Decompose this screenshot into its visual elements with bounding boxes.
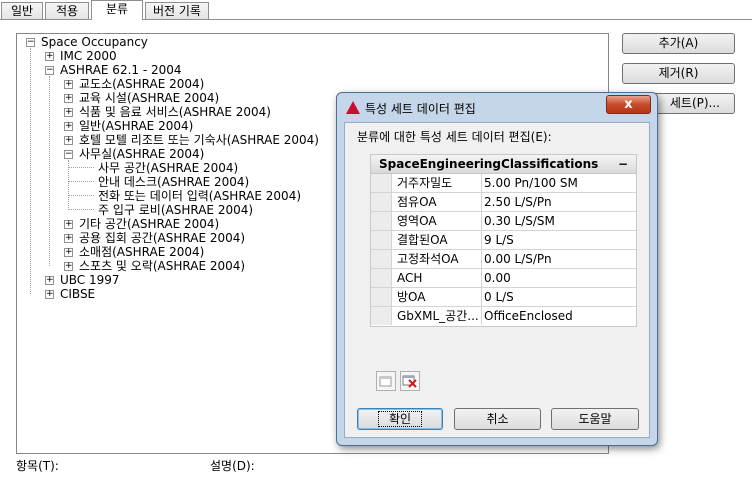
tree-node-ashrae[interactable]: ASHRAE 62.1 - 2004 <box>60 63 182 77</box>
tree-line <box>68 167 94 168</box>
tree-node-cibse[interactable]: CIBSE <box>60 287 95 301</box>
ok-button[interactable]: 확인 <box>357 408 443 430</box>
property-value[interactable]: OfficeEnclosed <box>484 307 573 325</box>
collapse-icon[interactable]: − <box>64 150 73 159</box>
tree-node-food-service[interactable]: 식품 및 음료 서비스(ASHRAE 2004) <box>79 105 271 119</box>
tab-apply[interactable]: 적용 <box>45 2 89 19</box>
tree-node-office[interactable]: 사무실(ASHRAE 2004) <box>79 147 204 161</box>
tree-node-assembly[interactable]: 공용 집회 공간(ASHRAE 2004) <box>79 231 245 245</box>
dialog-subtitle: 분류에 대한 특성 세트 데이터 편집(E): <box>357 130 552 144</box>
tree-line <box>68 181 94 182</box>
tree-line <box>49 76 50 266</box>
tree-line <box>68 209 94 210</box>
property-value[interactable]: 0 L/S <box>484 288 514 306</box>
tree-line <box>68 195 94 196</box>
autocad-logo-icon <box>346 101 360 114</box>
tree-node-prison[interactable]: 교도소(ASHRAE 2004) <box>79 77 204 91</box>
item-label: 항목(T): <box>16 459 59 473</box>
expand-icon[interactable]: + <box>64 262 73 271</box>
close-button[interactable]: x <box>606 95 651 114</box>
remove-button[interactable]: 제거(R) <box>622 63 735 84</box>
property-name: 점유OA <box>397 195 437 209</box>
tree-node-phone-data[interactable]: 전화 또는 데이터 입력(ASHRAE 2004) <box>98 189 301 203</box>
collapse-icon[interactable]: − <box>26 38 35 47</box>
property-row[interactable]: 영역OA 0.30 L/S/SM <box>371 212 636 231</box>
property-grid[interactable]: SpaceEngineeringClassifications − 거주자밀도 … <box>370 154 637 327</box>
expand-icon[interactable]: + <box>45 290 54 299</box>
expand-icon[interactable]: + <box>45 276 54 285</box>
tab-general[interactable]: 일반 <box>1 2 43 19</box>
ok-button-label: 확인 <box>377 411 423 427</box>
add-property-set-button[interactable] <box>376 371 396 391</box>
tree-node-sports[interactable]: 스포츠 및 오락(ASHRAE 2004) <box>79 259 245 273</box>
tab-version-history[interactable]: 버전 기록 <box>145 2 209 19</box>
tree-node-hotel[interactable]: 호텔 모텔 리조트 또는 기숙사(ASHRAE 2004) <box>79 133 319 147</box>
property-row[interactable]: 점유OA 2.50 L/S/Pn <box>371 193 636 212</box>
tree-node-main-lobby[interactable]: 주 입구 로비(ASHRAE 2004) <box>98 203 253 217</box>
expand-icon[interactable]: + <box>64 108 73 117</box>
property-name: 고정좌석OA <box>397 252 459 266</box>
tree-node-retail[interactable]: 소매점(ASHRAE 2004) <box>79 245 204 259</box>
collapse-icon[interactable]: − <box>45 66 54 75</box>
property-value[interactable]: 2.50 L/S/Pn <box>484 193 552 211</box>
property-group-name: SpaceEngineeringClassifications <box>379 157 599 171</box>
expand-icon[interactable]: + <box>64 248 73 257</box>
cancel-button[interactable]: 취소 <box>454 408 541 430</box>
property-name: ACH <box>397 271 423 285</box>
property-value[interactable]: 5.00 Pn/100 SM <box>484 174 578 192</box>
property-value[interactable]: 0.00 <box>484 269 511 287</box>
property-name: GbXML_공간... <box>397 309 479 323</box>
tree-line <box>30 48 31 294</box>
property-row[interactable]: 고정좌석OA 0.00 L/S/Pn <box>371 250 636 269</box>
expand-icon[interactable]: + <box>64 94 73 103</box>
expand-icon[interactable]: + <box>45 52 54 61</box>
tree-node-general[interactable]: 일반(ASHRAE 2004) <box>79 119 193 133</box>
property-set-add-icon <box>379 376 392 387</box>
property-value[interactable]: 9 L/S <box>484 231 514 249</box>
property-row[interactable]: 거주자밀도 5.00 Pn/100 SM <box>371 174 636 193</box>
dialog-title: 특성 세트 데이터 편집 <box>365 102 476 116</box>
tree-node-space-occupancy[interactable]: Space Occupancy <box>41 35 148 49</box>
expand-icon[interactable]: + <box>64 136 73 145</box>
remove-property-set-button[interactable] <box>400 371 420 391</box>
expand-icon[interactable]: + <box>64 220 73 229</box>
tree-node-reception[interactable]: 안내 데스크(ASHRAE 2004) <box>98 175 249 189</box>
tab-classification[interactable]: 분류 <box>91 0 143 20</box>
property-row[interactable]: ACH 0.00 <box>371 269 636 288</box>
property-value[interactable]: 0.00 L/S/Pn <box>484 250 552 268</box>
tab-strip: 일반 적용 분류 버전 기록 <box>0 0 752 20</box>
property-set-remove-icon <box>402 375 417 388</box>
property-name: 결합된OA <box>397 233 448 247</box>
property-name: 방OA <box>397 290 426 304</box>
add-button[interactable]: 추가(A) <box>622 33 735 54</box>
tree-node-imc[interactable]: IMC 2000 <box>60 49 117 63</box>
property-name: 거주자밀도 <box>397 176 453 190</box>
property-row[interactable]: 방OA 0 L/S <box>371 288 636 307</box>
property-row[interactable]: GbXML_공간... OfficeEnclosed <box>371 307 636 326</box>
property-name: 영역OA <box>397 214 437 228</box>
help-button[interactable]: 도움말 <box>551 408 639 430</box>
tree-node-misc-space[interactable]: 기타 공간(ASHRAE 2004) <box>79 217 219 231</box>
description-label: 설명(D): <box>210 459 255 473</box>
property-row[interactable]: 결합된OA 9 L/S <box>371 231 636 250</box>
collapse-icon[interactable]: − <box>618 155 628 174</box>
expand-icon[interactable]: + <box>64 234 73 243</box>
expand-icon[interactable]: + <box>64 80 73 89</box>
tree-node-ubc[interactable]: UBC 1997 <box>60 273 120 287</box>
tree-node-education[interactable]: 교육 시설(ASHRAE 2004) <box>79 91 219 105</box>
property-group-header[interactable]: SpaceEngineeringClassifications − <box>371 155 636 174</box>
tree-node-office-space[interactable]: 사무 공간(ASHRAE 2004) <box>98 161 238 175</box>
property-value[interactable]: 0.30 L/S/SM <box>484 212 555 230</box>
expand-icon[interactable]: + <box>64 122 73 131</box>
